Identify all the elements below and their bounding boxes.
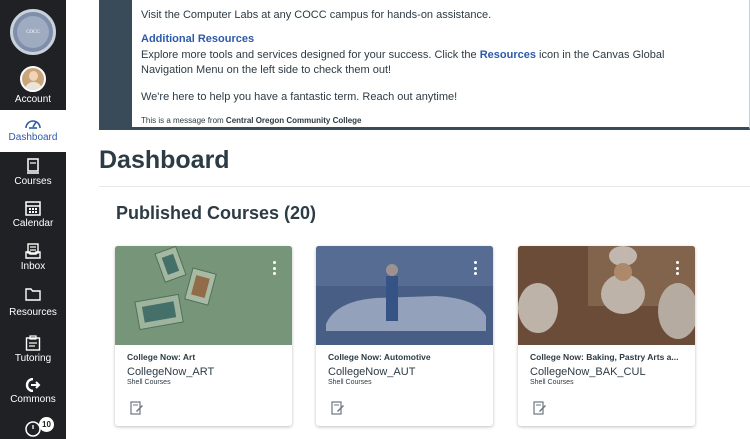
dashboard-gauge-icon [25,120,41,129]
course-term: Shell Courses [530,379,574,386]
nav-item-courses[interactable]: Courses [0,158,66,198]
card-options-icon[interactable] [272,261,276,275]
nav-label-tutoring: Tutoring [14,353,52,364]
nav-label-resources: Resources [9,307,57,318]
clipboard-icon [25,335,41,351]
course-title[interactable]: College Now: Art [127,352,284,362]
page-title: Dashboard [99,146,230,174]
course-card-body: College Now: Automotive CollegeNow_AUT S… [328,352,485,386]
nav-label-commons: Commons [10,394,56,405]
inbox-icon [25,243,41,259]
announcement-body-before: Explore more tools and services designed… [141,49,480,61]
course-card-art[interactable]: College Now: Art CollegeNow_ART Shell Co… [115,246,292,426]
assignments-icon[interactable] [331,401,345,415]
course-code: CollegeNow_AUT [328,366,416,378]
global-navigation: COCC Account Dashboard Courses Calendar [0,0,66,439]
course-card-image[interactable] [316,246,493,345]
card-options-icon[interactable] [473,261,477,275]
folder-icon [25,288,41,301]
announcement-from-org: Central Oregon Community College [225,116,362,125]
announcement-line: Visit the Computer Labs at any COCC camp… [141,9,492,21]
nav-label-dashboard: Dashboard [8,132,58,143]
nav-item-inbox[interactable]: Inbox [0,243,66,283]
nav-item-history[interactable] [0,420,66,439]
announcement-from: This is a message from Central Oregon Co… [141,113,362,128]
history-count-badge: 10 [39,417,54,432]
nav-item-tutoring[interactable]: Tutoring [0,335,66,371]
assignments-icon[interactable] [533,401,547,415]
course-term: Shell Courses [127,379,171,386]
nav-item-resources[interactable]: Resources [0,287,66,323]
course-title[interactable]: College Now: Automotive [328,352,485,362]
resources-link[interactable]: Resources [480,49,536,61]
nav-label-account: Account [14,94,52,105]
calendar-icon [25,201,41,216]
chefs-kitchen-image [518,246,695,345]
nav-item-calendar[interactable]: Calendar [0,200,66,240]
automotive-shop-image [316,246,493,345]
announcement-body: Explore more tools and services designed… [141,48,701,78]
book-icon [27,158,39,174]
course-card-automotive[interactable]: College Now: Automotive CollegeNow_AUT S… [316,246,493,426]
nav-label-calendar: Calendar [12,218,54,229]
course-card-image[interactable] [518,246,695,345]
card-options-icon[interactable] [675,261,679,275]
header-divider [99,186,750,187]
course-title[interactable]: College Now: Baking, Pastry Arts a... [530,352,687,362]
nav-label-courses: Courses [14,176,52,187]
nav-item-account[interactable]: Account [0,66,66,108]
logo-text: COCC [17,16,49,48]
commons-arrow-icon [25,378,41,392]
global-announcement: Visit the Computer Labs at any COCC camp… [99,0,750,130]
nav-item-commons[interactable]: Commons [0,378,66,412]
playing-cards-image [115,246,292,345]
course-card-image[interactable] [115,246,292,345]
cocc-logo[interactable]: COCC [0,0,66,64]
announcement-closing: We're here to help you have a fantastic … [141,91,458,103]
assignments-icon[interactable] [130,401,144,415]
course-term: Shell Courses [328,379,372,386]
course-card-body: College Now: Baking, Pastry Arts a... Co… [530,352,687,386]
nav-item-dashboard[interactable]: Dashboard [0,110,66,152]
section-title: Published Courses (20) [116,203,317,223]
course-card-baking[interactable]: College Now: Baking, Pastry Arts a... Co… [518,246,695,426]
announcement-heading: Additional Resources [141,33,255,45]
avatar [20,66,46,92]
course-code: CollegeNow_BAK_CUL [530,366,646,378]
nav-label-inbox: Inbox [20,261,46,272]
logo-ring: COCC [10,9,56,55]
course-card-body: College Now: Art CollegeNow_ART Shell Co… [127,352,284,386]
course-code: CollegeNow_ART [127,366,215,378]
announcement-from-prefix: This is a message from [141,116,226,125]
